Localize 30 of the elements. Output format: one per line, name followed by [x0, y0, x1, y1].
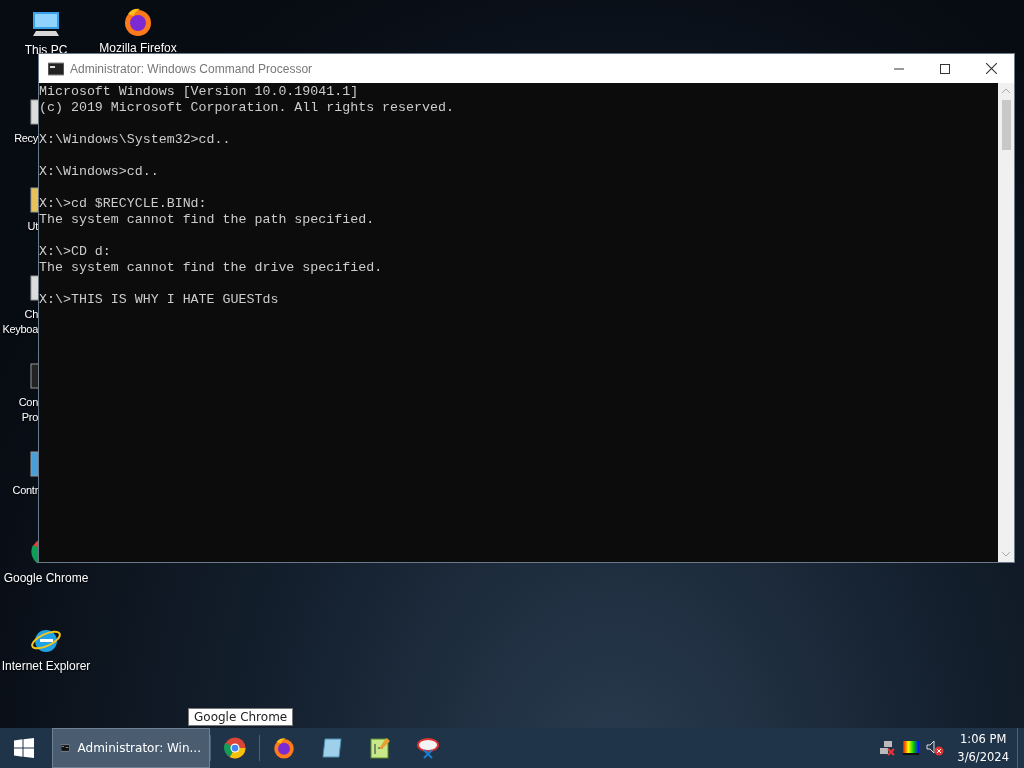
console-line: The system cannot find the drive specified.	[39, 260, 384, 276]
icon-label: Mozilla Firefox	[99, 41, 177, 56]
console-line: Microsoft Windows [Version 10.0.19041.1]	[39, 84, 360, 100]
console-line: (c) 2019 Microsoft Corporation. All rights reserved.	[39, 100, 455, 116]
icon-label: Internet Explorer	[1, 659, 91, 674]
tooltip: Google Chrome	[188, 708, 294, 726]
console-line: X:\>cd $RECYCLE.BINd:	[39, 196, 208, 212]
icon-label: Con	[18, 395, 38, 410]
icon-label: Recy	[14, 131, 38, 146]
icon-label: Ut	[27, 219, 38, 234]
clock-time[interactable]: 1:06 PM	[960, 730, 1007, 748]
clock-date[interactable]: 3/6/2024	[957, 748, 1009, 766]
icon-label: Keyboa	[2, 322, 38, 337]
maximize-icon	[940, 63, 950, 74]
windows-logo-icon	[14, 738, 34, 758]
console-line: X:\>THIS IS WHY I HATE GUESTds	[39, 292, 280, 308]
window-title: Administrator: Windows Command Processor	[70, 61, 313, 76]
firefox-icon[interactable]	[122, 6, 154, 38]
icon-label: Contr	[12, 483, 38, 498]
scroll-thumb[interactable]	[1001, 100, 1011, 150]
console-line: X:\Windows\System32>cd..	[39, 132, 232, 148]
console-line: X:\>CD d:	[39, 244, 112, 260]
icon-label: Pro	[21, 410, 38, 425]
taskbar-window-button[interactable]: Administrator: Win...	[52, 728, 210, 768]
icon-label: Google Chrome	[3, 571, 89, 586]
scrollbar[interactable]	[998, 83, 1014, 562]
icon-label: Ch	[24, 307, 38, 322]
close-icon	[985, 63, 997, 74]
console-line: The system cannot find the path specified.	[39, 212, 376, 228]
console-line: X:\Windows>cd..	[39, 164, 160, 180]
